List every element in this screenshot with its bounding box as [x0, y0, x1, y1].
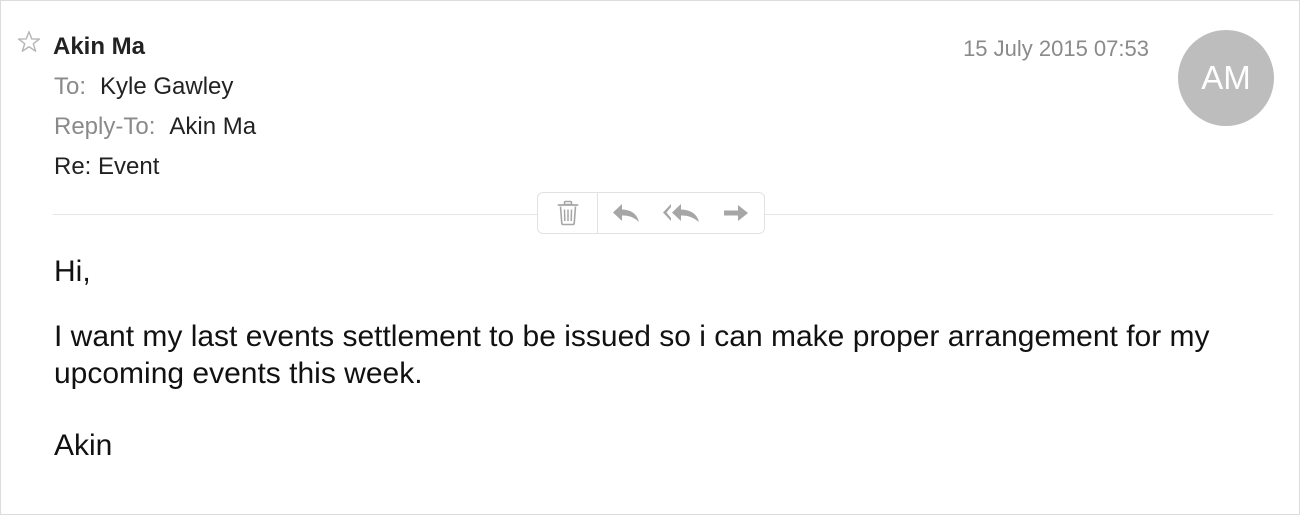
reply-icon — [613, 204, 639, 222]
to-row: To: Kyle Gawley — [54, 72, 233, 102]
trash-icon — [557, 200, 578, 226]
message-date: 15 July 2015 07:53 — [963, 36, 1149, 61]
sender-name: Akin Ma — [53, 33, 146, 60]
avatar: AM — [1178, 30, 1274, 126]
body-signature: Akin — [54, 429, 113, 462]
to-recipient[interactable]: Kyle Gawley — [100, 73, 233, 100]
reply-to-label: Reply-To: — [54, 113, 156, 140]
body-greeting: Hi, — [54, 255, 91, 288]
delete-button[interactable] — [538, 193, 598, 233]
reply-all-button[interactable] — [654, 193, 710, 233]
reply-to-row: Reply-To: Akin Ma — [54, 112, 256, 142]
reply-all-icon — [663, 204, 699, 222]
forward-button[interactable] — [710, 193, 762, 233]
reply-button[interactable] — [598, 193, 654, 233]
message-toolbar — [537, 192, 765, 234]
reply-to-recipient[interactable]: Akin Ma — [169, 113, 256, 140]
body-paragraph: I want my last events settlement to be i… — [54, 320, 1210, 390]
subject: Re: Event — [54, 153, 160, 180]
forward-icon — [724, 205, 748, 221]
email-message-view: Akin Ma 15 July 2015 07:53 AM To: Kyle Ga… — [0, 0, 1300, 515]
to-label: To: — [54, 73, 87, 100]
star-icon[interactable] — [16, 29, 42, 55]
